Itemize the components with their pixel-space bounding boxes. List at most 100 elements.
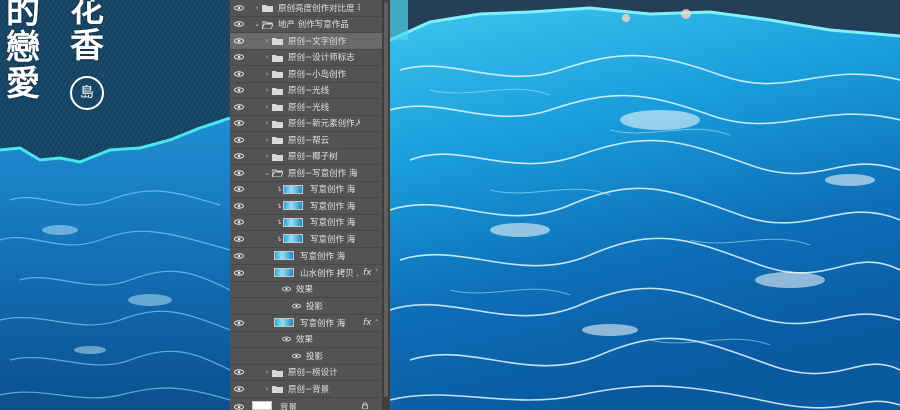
effect-eye-icon[interactable] [292,298,302,314]
layer-row[interactable]: › 原创~小岛创作 [230,66,382,83]
visibility-eye-icon[interactable] [234,82,244,98]
layer-row[interactable]: › 原创~文字创作 [230,33,382,50]
layer-row[interactable]: › 原创~光线 [230,99,382,116]
clipping-mask-icon: ↴ [276,201,282,210]
layer-name: 写意创作 海 [310,218,356,229]
layer-row[interactable]: ⌄ 原创~写意创作 海 [230,165,382,182]
layer-row[interactable]: ↴ 写意创作 海 [230,214,382,231]
layer-thumbnail [283,201,303,210]
visibility-eye-icon[interactable] [234,115,244,131]
visibility-eye-icon[interactable] [234,66,244,82]
layer-name: 投影 [306,351,324,362]
effect-eye-icon[interactable] [292,348,302,364]
layer-row[interactable]: 效果 [230,281,382,298]
visibility-eye-icon[interactable] [234,99,244,115]
calligraphy-char: 香 [70,26,104,66]
document-canvas[interactable] [390,0,900,410]
layer-name: 投影 [306,301,324,312]
visibility-eye-icon[interactable] [234,248,244,264]
visibility-eye-icon[interactable] [234,399,244,410]
visibility-eye-icon[interactable] [234,165,244,181]
chevron-right-icon[interactable]: › [264,115,270,131]
visibility-eye-icon[interactable] [234,198,244,214]
visibility-eye-icon[interactable] [234,315,244,331]
chevron-down-icon[interactable]: ⌄ [264,165,270,181]
layer-name: 背景 [280,402,298,410]
folder-icon [272,369,283,377]
visibility-eye-icon[interactable] [234,33,244,49]
fx-icon[interactable]: fx [363,268,372,278]
layer-row[interactable]: fx ˄ 写意创作 海 [230,315,382,332]
scrollbar-thumb[interactable] [384,2,388,397]
layer-row[interactable]: 投影 [230,298,382,315]
layer-thumbnail [274,250,294,260]
chevron-up-icon[interactable]: ˄ [375,319,379,327]
layer-row[interactable]: fx ˄ 山水创作 拷贝 ... [230,265,382,282]
layer-row[interactable]: ↴ 写意创作 海 [230,181,382,198]
layer-row[interactable]: › 原创~新元素创作人 ... [230,115,382,132]
visibility-eye-icon[interactable] [234,132,244,148]
layer-row[interactable]: › 原创~背景 [230,381,382,398]
folder-icon [272,54,283,62]
calligraphy-char: 花 [70,0,104,30]
layer-row[interactable]: › 原创亮度创作对比度 可... [230,0,382,17]
fx-icon[interactable]: fx [363,318,372,328]
folder-icon [272,37,283,45]
layer-name: 原创亮度创作对比度 可... [278,3,360,14]
layer-row[interactable]: 投影 [230,348,382,365]
layer-name: 原创~椰子树 [288,152,338,163]
calligraphy-char: 戀 [6,28,40,68]
sea-canvas-image [390,0,900,410]
chevron-up-icon[interactable]: ˄ [375,269,379,277]
layer-name: 写意创作 海 [300,251,346,262]
layers-scrollbar[interactable] [382,0,390,410]
chevron-right-icon[interactable]: › [264,381,270,397]
layer-row[interactable]: › 原创~设计师标志 [230,49,382,66]
layer-row[interactable]: ↴ 写意创作 海 [230,198,382,215]
lock-icon[interactable] [362,401,368,409]
layer-row[interactable]: › 原创~帮云 [230,132,382,149]
layer-row[interactable]: ⌄ 地产 创作写意作品 [230,16,382,33]
chevron-right-icon[interactable]: › [264,99,270,115]
visibility-eye-icon[interactable] [234,49,244,65]
layer-thumbnail [274,267,294,277]
layer-name: 原创~新元素创作人 ... [288,119,360,130]
layer-name: 原创~光线 [288,86,330,97]
visibility-eye-icon[interactable] [234,0,244,16]
visibility-eye-icon[interactable] [234,181,244,197]
layer-row[interactable]: › 原创~光线 [230,82,382,99]
visibility-eye-icon[interactable] [234,16,244,32]
visibility-eye-icon[interactable] [234,265,244,281]
chevron-right-icon[interactable]: › [264,66,270,82]
chevron-right-icon[interactable]: › [264,49,270,65]
chevron-right-icon[interactable]: › [264,82,270,98]
visibility-eye-icon[interactable] [234,381,244,397]
folder-icon [272,385,283,393]
layer-row[interactable]: ↴ 写意创作 海 [230,231,382,248]
calligraphy-char: 愛 [6,64,40,104]
layer-name: 效果 [296,285,314,296]
chevron-right-icon[interactable]: › [264,132,270,148]
layer-name: 效果 [296,335,314,346]
effects-eye-icon[interactable] [282,331,292,347]
layer-row[interactable]: 写意创作 海 [230,248,382,265]
chevron-down-icon[interactable]: ⌄ [254,16,260,32]
visibility-eye-icon[interactable] [234,148,244,164]
layer-row[interactable]: 背景 [230,398,382,410]
layer-row[interactable]: 效果 [230,331,382,348]
layer-name: 原创~写意创作 海 [288,168,358,179]
effects-eye-icon[interactable] [282,281,292,297]
chevron-right-icon[interactable]: › [264,33,270,49]
chevron-right-icon[interactable]: › [254,0,260,16]
layer-name: 写意创作 海 [300,318,346,329]
clipping-mask-icon: ↴ [276,218,282,227]
visibility-eye-icon[interactable] [234,231,244,247]
layer-row[interactable]: › 原创~椰子树 [230,148,382,165]
chevron-right-icon[interactable]: › [264,364,270,380]
clipping-mask-icon: ↴ [276,185,282,194]
visibility-eye-icon[interactable] [234,364,244,380]
layer-row[interactable]: › 原创~榜设计 [230,364,382,381]
visibility-eye-icon[interactable] [234,214,244,230]
folder-icon [272,120,283,128]
chevron-right-icon[interactable]: › [264,148,270,164]
